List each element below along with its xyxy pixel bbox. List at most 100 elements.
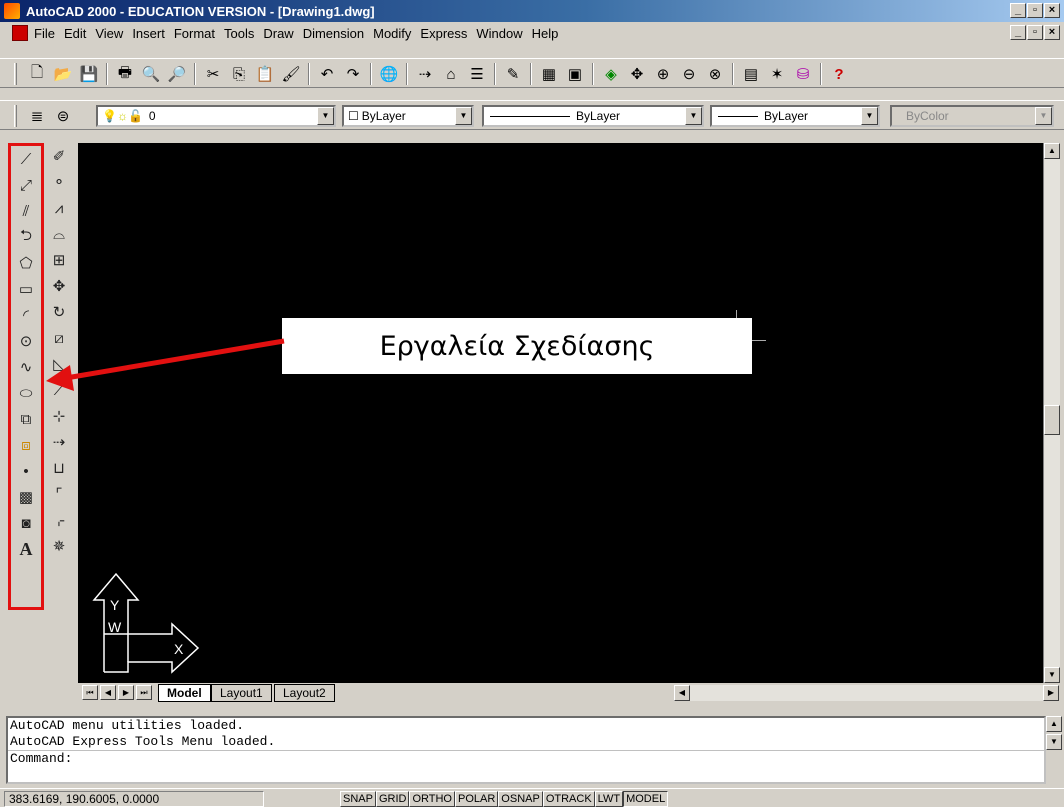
ellipse-icon[interactable]: ⬭ — [11, 380, 41, 406]
doc-close-button[interactable]: × — [1044, 25, 1060, 40]
fillet-icon[interactable]: ⌌ — [44, 507, 74, 533]
plotstyle-dropdown[interactable]: ByColor ▼ — [890, 105, 1054, 127]
tracking-icon[interactable]: ⇢ — [414, 63, 436, 85]
coordinate-display[interactable]: 383.6169, 190.6005, 0.0000 — [4, 791, 264, 807]
named-views-icon[interactable]: ▦ — [538, 63, 560, 85]
hatch-icon[interactable]: ▩ — [11, 484, 41, 510]
redo-icon[interactable]: ↷ — [342, 63, 364, 85]
break-icon[interactable]: ⊔ — [44, 455, 74, 481]
help-icon[interactable]: ? — [828, 63, 850, 85]
open-icon[interactable]: 📂 — [52, 63, 74, 85]
menu-dimension[interactable]: Dimension — [303, 26, 364, 41]
lwt-toggle[interactable]: LWT — [594, 791, 624, 807]
menu-edit[interactable]: Edit — [64, 26, 86, 41]
minimize-button[interactable]: _ — [1010, 3, 1026, 18]
erase-icon[interactable]: ✐ — [44, 143, 74, 169]
insert-block-icon[interactable]: ⧉ — [11, 406, 41, 432]
explode-icon[interactable]: ✵ — [44, 533, 74, 559]
horizontal-scrollbar[interactable]: ◀ ▶ — [674, 685, 1059, 701]
tab-layout1[interactable]: Layout1 — [211, 684, 272, 702]
grid-toggle[interactable]: GRID — [375, 791, 410, 807]
properties-icon[interactable]: ▤ — [740, 63, 762, 85]
doc-restore-button[interactable]: ▫ — [1027, 25, 1043, 40]
chevron-down-icon[interactable]: ▼ — [861, 107, 878, 125]
3d-view-icon[interactable]: ▣ — [564, 63, 586, 85]
menu-help[interactable]: Help — [532, 26, 559, 41]
copy-icon[interactable]: ⎘ — [228, 63, 250, 85]
arc-icon[interactable]: ◜ — [11, 302, 41, 328]
document-icon[interactable] — [12, 25, 28, 41]
ucs-icon[interactable]: ⌂ — [440, 63, 462, 85]
paste-icon[interactable]: 📋 — [254, 63, 276, 85]
construction-line-icon[interactable]: ⤢ — [11, 172, 41, 198]
ortho-toggle[interactable]: ORTHO — [409, 791, 455, 807]
make-layer-current-icon[interactable]: ⊜ — [52, 105, 74, 127]
close-button[interactable]: × — [1044, 3, 1060, 18]
command-prompt[interactable]: Command: — [8, 750, 1044, 767]
layer-dropdown[interactable]: 💡☼🔓 0 ▼ — [96, 105, 336, 127]
layers-icon[interactable]: ≣ — [26, 105, 48, 127]
move-icon[interactable]: ✥ — [44, 273, 74, 299]
zoom-realtime-icon[interactable]: ✥ — [626, 63, 648, 85]
maximize-button[interactable]: ▫ — [1027, 3, 1043, 18]
autocad-app-icon[interactable] — [4, 3, 20, 19]
chevron-down-icon[interactable]: ▼ — [317, 107, 334, 125]
chevron-down-icon[interactable]: ▼ — [455, 107, 472, 125]
polygon-icon[interactable]: ⬠ — [11, 250, 41, 276]
chamfer-icon[interactable]: ⌜ — [44, 481, 74, 507]
doc-minimize-button[interactable]: _ — [1010, 25, 1026, 40]
line-icon[interactable]: ⟋ — [11, 146, 41, 172]
extend-icon[interactable]: ⇢ — [44, 429, 74, 455]
zoom-window-icon[interactable]: ⊖ — [678, 63, 700, 85]
redraw-icon[interactable]: ✎ — [502, 63, 524, 85]
rectangle-icon[interactable]: ▭ — [11, 276, 41, 302]
zoom-previous-icon[interactable]: ⊗ — [704, 63, 726, 85]
osnap-toggle[interactable]: OSNAP — [498, 791, 543, 807]
scroll-down-button[interactable]: ▼ — [1044, 667, 1060, 683]
menu-view[interactable]: View — [95, 26, 123, 41]
tab-model[interactable]: Model — [158, 684, 211, 702]
scroll-right-button[interactable]: ▶ — [1043, 685, 1059, 701]
tab-next-button[interactable]: ▶ — [118, 685, 134, 700]
tab-prev-button[interactable]: ◀ — [100, 685, 116, 700]
trim-icon[interactable]: ⊹ — [44, 403, 74, 429]
color-dropdown[interactable]: ☐ ByLayer ▼ — [342, 105, 474, 127]
polar-toggle[interactable]: POLAR — [455, 791, 499, 807]
design-center-icon[interactable]: ✶ — [766, 63, 788, 85]
make-block-icon[interactable]: ⧈ — [11, 432, 41, 458]
tab-first-button[interactable]: ⏮ — [82, 685, 98, 700]
polyline-icon[interactable]: ⮌ — [11, 224, 41, 250]
toolbar-grip[interactable] — [14, 63, 17, 85]
chevron-down-icon[interactable]: ▼ — [685, 107, 702, 125]
print-icon[interactable]: 🖶 — [114, 63, 136, 85]
multiline-text-icon[interactable]: A — [11, 536, 41, 562]
scroll-thumb[interactable] — [1044, 405, 1060, 435]
menu-format[interactable]: Format — [174, 26, 215, 41]
circle-icon[interactable]: ⊙ — [11, 328, 41, 354]
database-icon[interactable]: ⛁ — [792, 63, 814, 85]
distance-icon[interactable]: ☰ — [466, 63, 488, 85]
tab-layout2[interactable]: Layout2 — [274, 684, 335, 702]
array-icon[interactable]: ⊞ — [44, 247, 74, 273]
zoom-icon[interactable]: ⊕ — [652, 63, 674, 85]
otrack-toggle[interactable]: OTRACK — [542, 791, 595, 807]
vertical-scrollbar[interactable]: ▲ ▼ — [1043, 143, 1060, 683]
menu-window[interactable]: Window — [476, 26, 522, 41]
menu-express[interactable]: Express — [420, 26, 467, 41]
print-preview-icon[interactable]: 🔍 — [140, 63, 162, 85]
scroll-up-button[interactable]: ▲ — [1044, 143, 1060, 159]
copy-object-icon[interactable]: ⚬ — [44, 169, 74, 195]
cut-icon[interactable]: ✂ — [202, 63, 224, 85]
menu-insert[interactable]: Insert — [132, 26, 165, 41]
scroll-left-button[interactable]: ◀ — [674, 685, 690, 701]
mirror-icon[interactable]: ⩘ — [44, 195, 74, 221]
scroll-up-button[interactable]: ▲ — [1046, 716, 1062, 732]
lineweight-dropdown[interactable]: ByLayer ▼ — [710, 105, 880, 127]
pan-icon[interactable]: ◈ — [600, 63, 622, 85]
linetype-dropdown[interactable]: ByLayer ▼ — [482, 105, 704, 127]
spline-icon[interactable]: ∿ — [11, 354, 41, 380]
region-icon[interactable]: ◙ — [11, 510, 41, 536]
tab-last-button[interactable]: ⏭ — [136, 685, 152, 700]
rotate-icon[interactable]: ↻ — [44, 299, 74, 325]
point-icon[interactable]: • — [11, 458, 41, 484]
